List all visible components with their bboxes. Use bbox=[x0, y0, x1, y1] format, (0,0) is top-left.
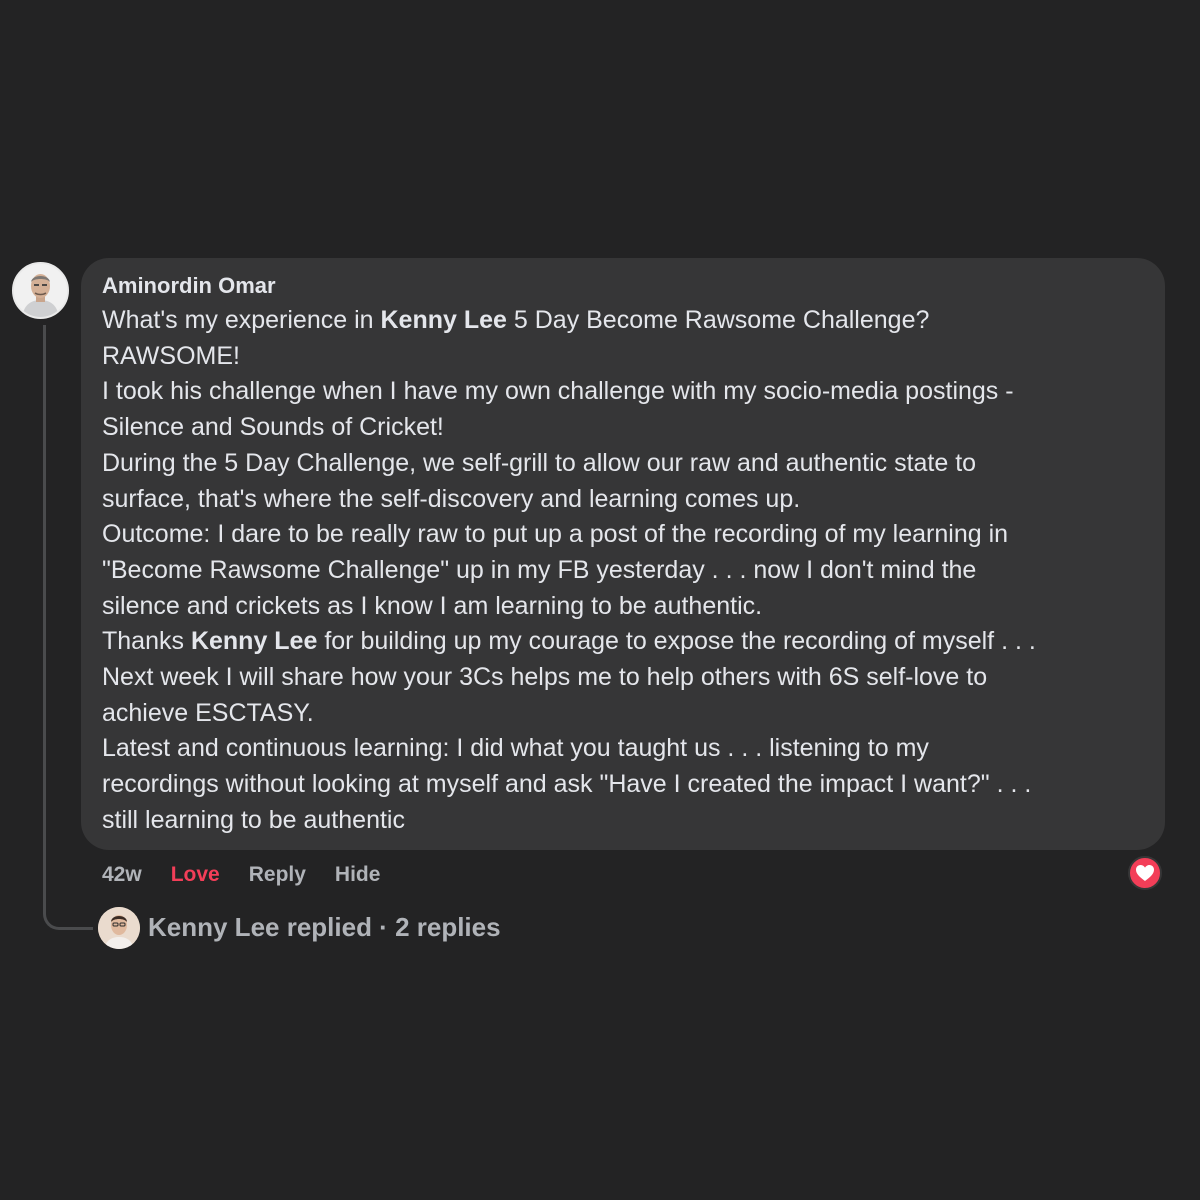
replier-photo-icon bbox=[98, 906, 140, 949]
comment-text-line: Latest and continuous learning: I did wh… bbox=[102, 731, 1135, 767]
comment-author-name[interactable]: Aminordin Omar bbox=[102, 270, 1135, 302]
comment-bubble: Aminordin Omar What's my experience in K… bbox=[81, 258, 1165, 850]
comment-text-line: During the 5 Day Challenge, we self-gril… bbox=[102, 446, 1135, 482]
author-avatar[interactable] bbox=[12, 262, 69, 319]
comment-text: What's my experience in bbox=[102, 306, 381, 334]
comment-text: still learning to be authentic bbox=[102, 805, 405, 834]
comment-text: silence and crickets as I know I am lear… bbox=[102, 591, 763, 620]
comment-text: Next week I will share how your 3Cs help… bbox=[102, 663, 988, 692]
comment-text: During the 5 Day Challenge, we self-gril… bbox=[102, 448, 977, 477]
comment-text: Silence and Sounds of Cricket! bbox=[102, 413, 444, 442]
avatar-photo-icon bbox=[14, 264, 67, 317]
comment-text-line: What's my experience in Kenny Lee 5 Day … bbox=[102, 303, 1135, 339]
comment-text: achieve ESCTASY. bbox=[102, 698, 314, 727]
comment-text: for building up my courage to expose the… bbox=[317, 627, 1036, 656]
reply-button[interactable]: Reply bbox=[249, 863, 306, 887]
comment-text-line: RAWSOME! bbox=[102, 339, 1135, 375]
comment-text-line: I took his challenge when I have my own … bbox=[102, 374, 1135, 410]
comment-text-line: Next week I will share how your 3Cs help… bbox=[102, 660, 1135, 696]
comment-text-line: surface, that's where the self-discovery… bbox=[102, 482, 1135, 518]
mention-link[interactable]: Kenny Lee bbox=[191, 627, 317, 655]
comment-text: "Become Rawsome Challenge" up in my FB y… bbox=[102, 555, 977, 584]
comment-actions: 42w Love Reply Hide bbox=[102, 858, 409, 892]
comment-text: RAWSOME! bbox=[102, 341, 240, 370]
comment-text-line: Silence and Sounds of Cricket! bbox=[102, 410, 1135, 446]
comment-body: What's my experience in Kenny Lee 5 Day … bbox=[102, 303, 1135, 839]
comment-text-line: recordings without looking at myself and… bbox=[102, 767, 1135, 803]
comment-text: Thanks bbox=[102, 627, 191, 656]
comment-text-line: achieve ESCTASY. bbox=[102, 696, 1135, 732]
heart-reaction-badge[interactable] bbox=[1128, 856, 1162, 890]
replier-avatar[interactable] bbox=[98, 906, 140, 949]
replies-summary[interactable]: Kenny Lee replied · 2 replies bbox=[98, 906, 501, 949]
comment-text: Outcome: I dare to be really raw to put … bbox=[102, 520, 1009, 549]
comment-text: 5 Day Become Rawsome Challenge? bbox=[506, 306, 930, 334]
comment-text: recordings without looking at myself and… bbox=[102, 770, 1032, 799]
comment-text-line: "Become Rawsome Challenge" up in my FB y… bbox=[102, 553, 1135, 589]
love-reaction-button[interactable]: Love bbox=[171, 863, 220, 887]
comment-text-line: Outcome: I dare to be really raw to put … bbox=[102, 517, 1135, 553]
comment-text-line: still learning to be authentic bbox=[102, 803, 1135, 839]
comment-text-line: silence and crickets as I know I am lear… bbox=[102, 589, 1135, 625]
comment-text: surface, that's where the self-discovery… bbox=[102, 484, 801, 513]
comment-text-line: Thanks Kenny Lee for building up my cour… bbox=[102, 624, 1135, 660]
comment-text: Latest and continuous learning: I did wh… bbox=[102, 734, 929, 763]
view-replies-link[interactable]: Kenny Lee replied · 2 replies bbox=[148, 912, 501, 943]
mention-link[interactable]: Kenny Lee bbox=[381, 306, 507, 334]
hide-button[interactable]: Hide bbox=[335, 863, 381, 887]
comment-timestamp[interactable]: 42w bbox=[102, 863, 142, 887]
comment-text: I took his challenge when I have my own … bbox=[102, 377, 1014, 406]
heart-icon bbox=[1136, 865, 1154, 881]
